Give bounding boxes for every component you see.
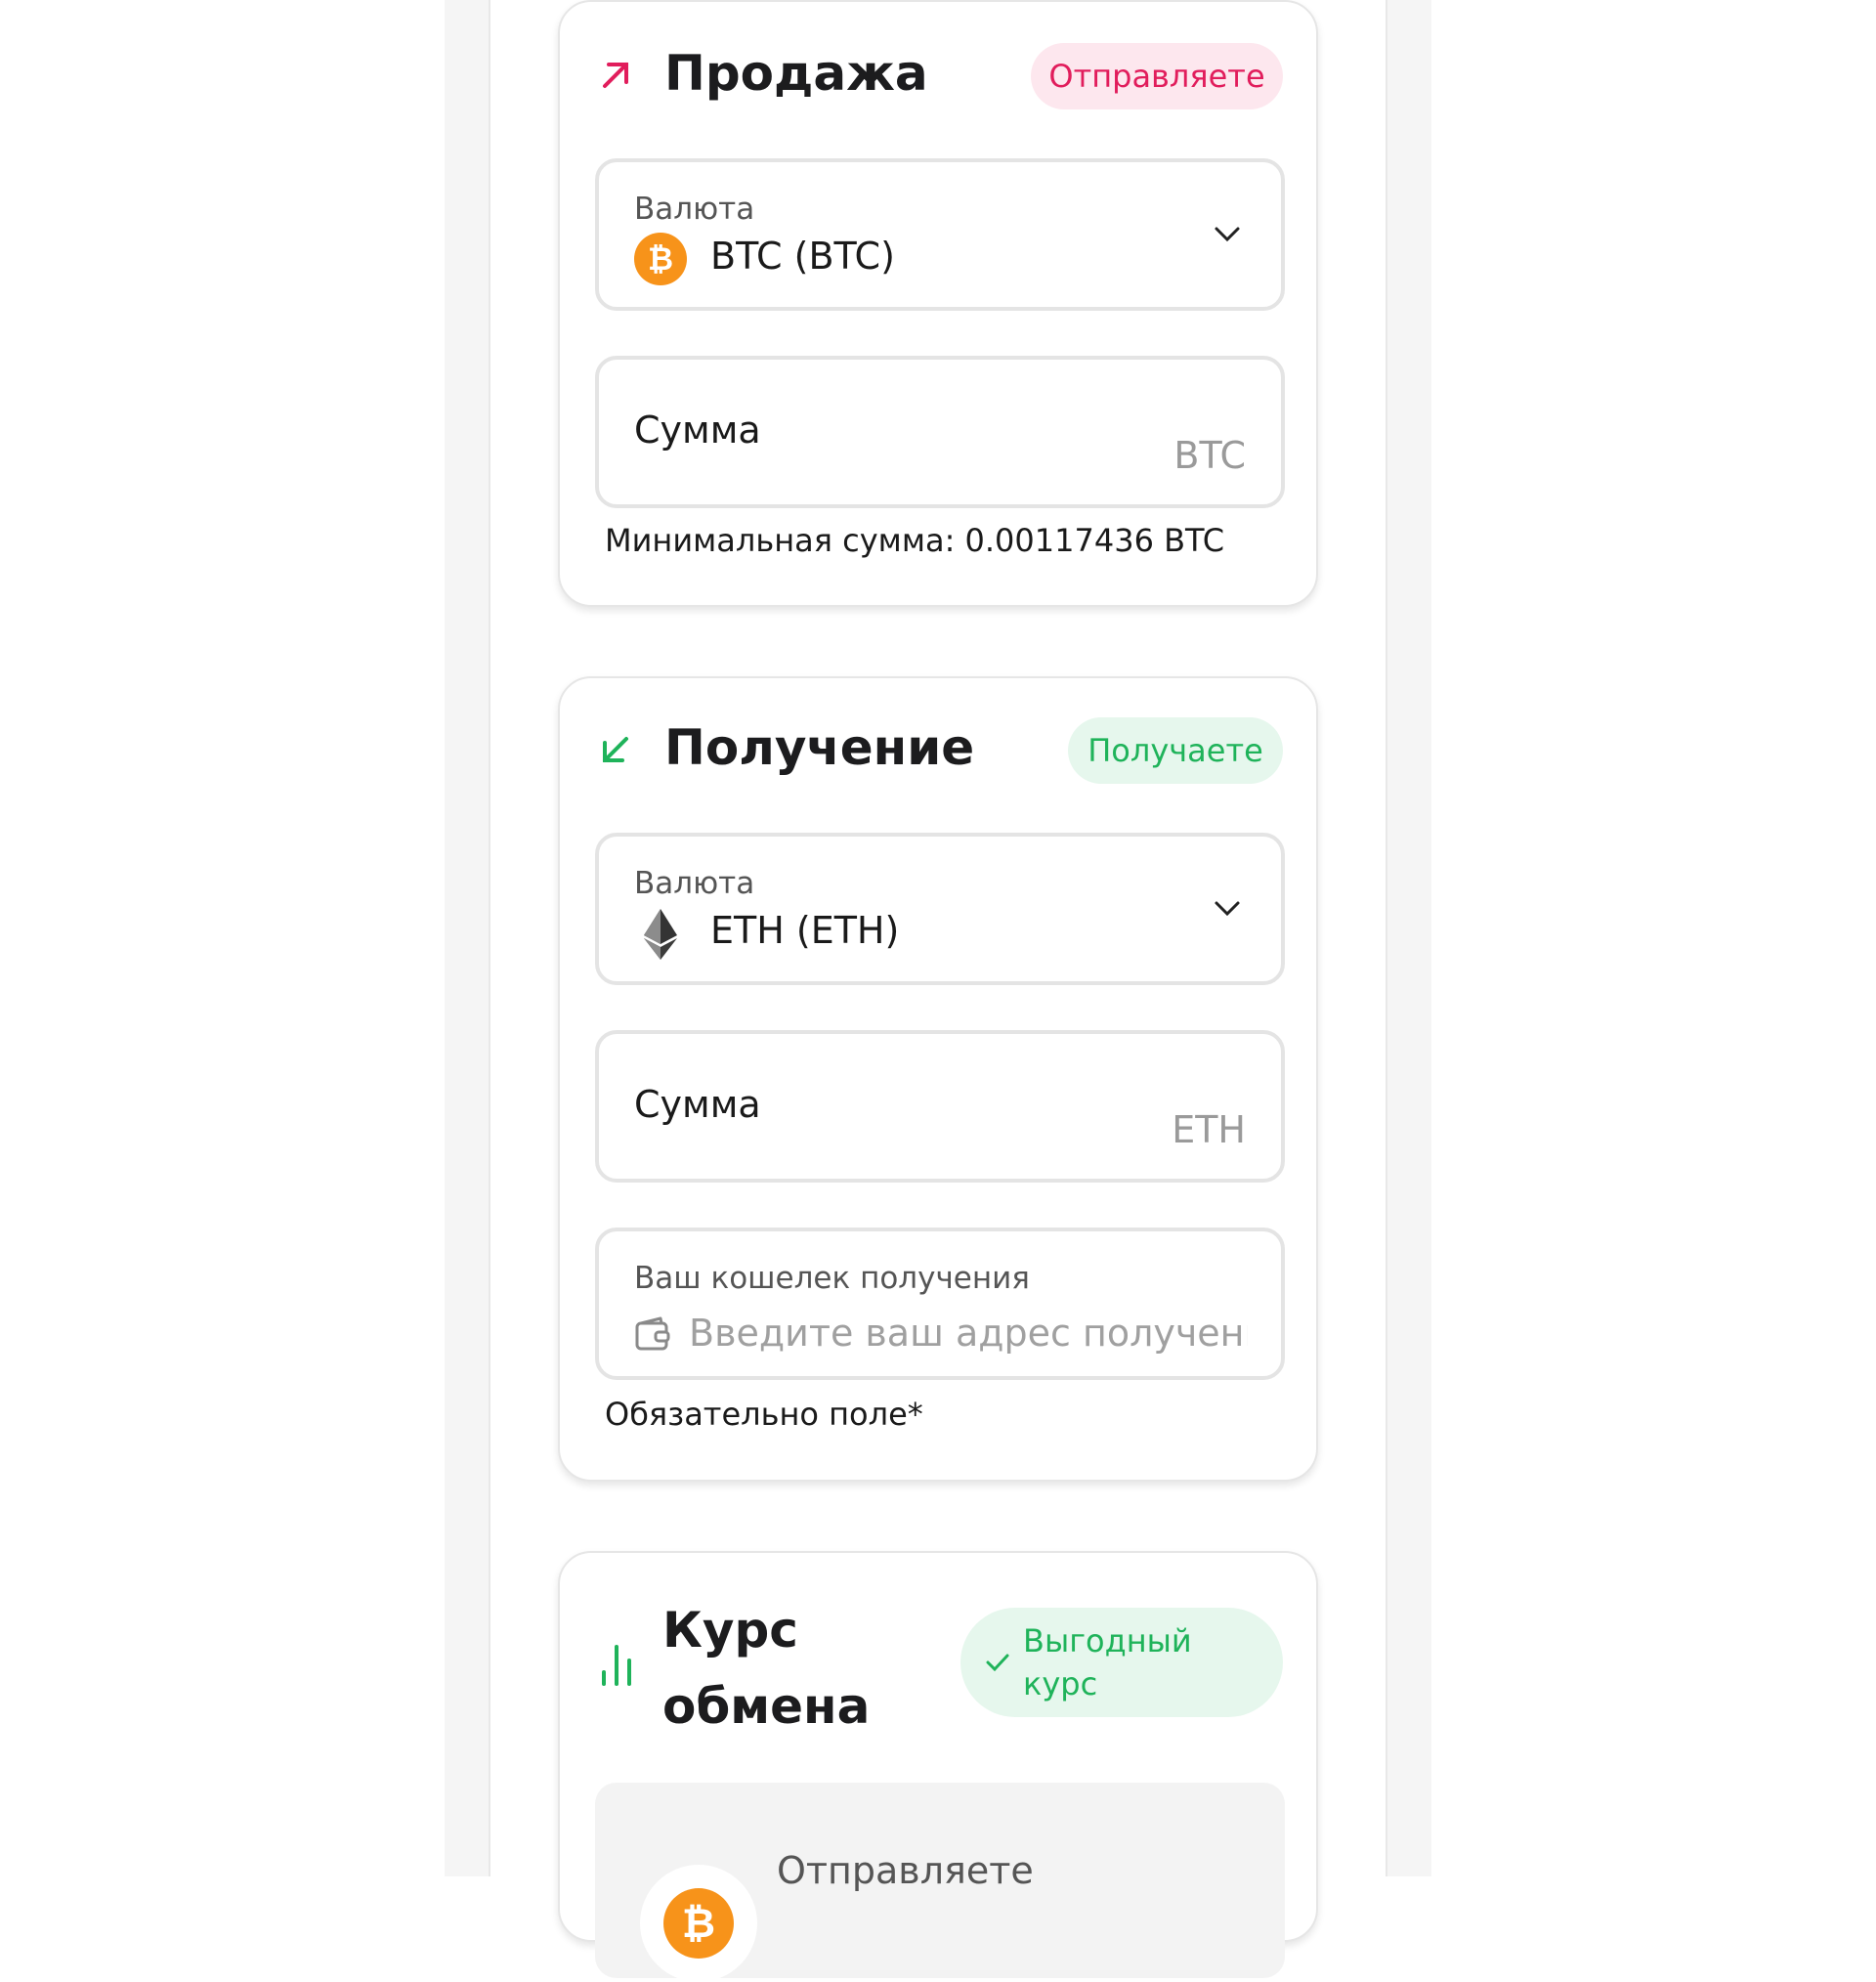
ethereum-icon	[644, 909, 677, 960]
wallet-icon	[635, 1316, 670, 1351]
rate-send-panel: ₿ Отправляете	[595, 1783, 1285, 1982]
good-rate-badge: Выгодный курс	[960, 1608, 1283, 1717]
exchange-rate-card: Курс обмена Выгодный курс ₿ Отправляете	[558, 1551, 1318, 1982]
receive-amount-unit: ETH	[1172, 1108, 1246, 1151]
bitcoin-icon: ₿	[663, 1888, 734, 1959]
arrow-up-right-icon	[603, 63, 628, 88]
bitcoin-icon: ₿	[634, 233, 687, 285]
receive-badge: Получаете	[1068, 717, 1283, 784]
sell-badge: Отправляете	[1031, 43, 1283, 109]
receive-currency-value: ETH (ETH)	[710, 909, 900, 952]
wallet-address-input[interactable]	[689, 1308, 1248, 1358]
receive-amount-label: Сумма	[634, 1083, 761, 1126]
sell-amount-field[interactable]: Сумма BTC	[595, 356, 1285, 508]
wallet-address-field[interactable]: Ваш кошелек получения	[595, 1228, 1285, 1380]
sell-amount-unit: BTC	[1173, 434, 1246, 477]
sell-amount-label: Сумма	[634, 409, 761, 452]
wallet-address-label: Ваш кошелек получения	[634, 1261, 1030, 1296]
receive-amount-field[interactable]: Сумма ETH	[595, 1030, 1285, 1183]
sell-currency-label: Валюта	[634, 192, 755, 227]
good-rate-label: Выгодный курс	[1023, 1622, 1192, 1702]
rate-send-label: Отправляете	[777, 1849, 1034, 1892]
chevron-down-icon[interactable]	[1213, 219, 1242, 248]
receive-currency-label: Валюта	[634, 866, 755, 901]
rate-coin-badge: ₿	[640, 1865, 757, 1982]
receive-title: Получение	[664, 719, 975, 776]
chevron-down-icon[interactable]	[1213, 893, 1242, 923]
sell-card-header: Продажа Отправляете	[560, 2, 1316, 149]
arrow-down-left-icon	[603, 737, 628, 762]
check-icon	[986, 1654, 1009, 1672]
sell-currency-value: BTC (BTC)	[710, 235, 895, 278]
svg-text:₿: ₿	[682, 1899, 715, 1947]
receive-currency-select[interactable]: Валюта ETH (ETH)	[595, 833, 1285, 985]
sell-card: Продажа Отправляете Валюта ₿ BTC (BTC) С…	[558, 0, 1318, 607]
wallet-required-hint: Обязательно поле*	[605, 1396, 923, 1433]
receive-card-header: Получение Получаете	[560, 678, 1316, 825]
sell-currency-select[interactable]: Валюта ₿ BTC (BTC)	[595, 158, 1285, 311]
sell-min-amount: Минимальная сумма: 0.00117436 BTC	[605, 522, 1225, 559]
bar-chart-icon	[602, 1645, 631, 1686]
svg-text:₿: ₿	[648, 240, 673, 278]
receive-card: Получение Получаете Валюта ETH (ETH) Сум…	[558, 676, 1318, 1482]
sell-title: Продажа	[664, 45, 928, 102]
exchange-rate-title: Курс обмена	[662, 1602, 871, 1735]
